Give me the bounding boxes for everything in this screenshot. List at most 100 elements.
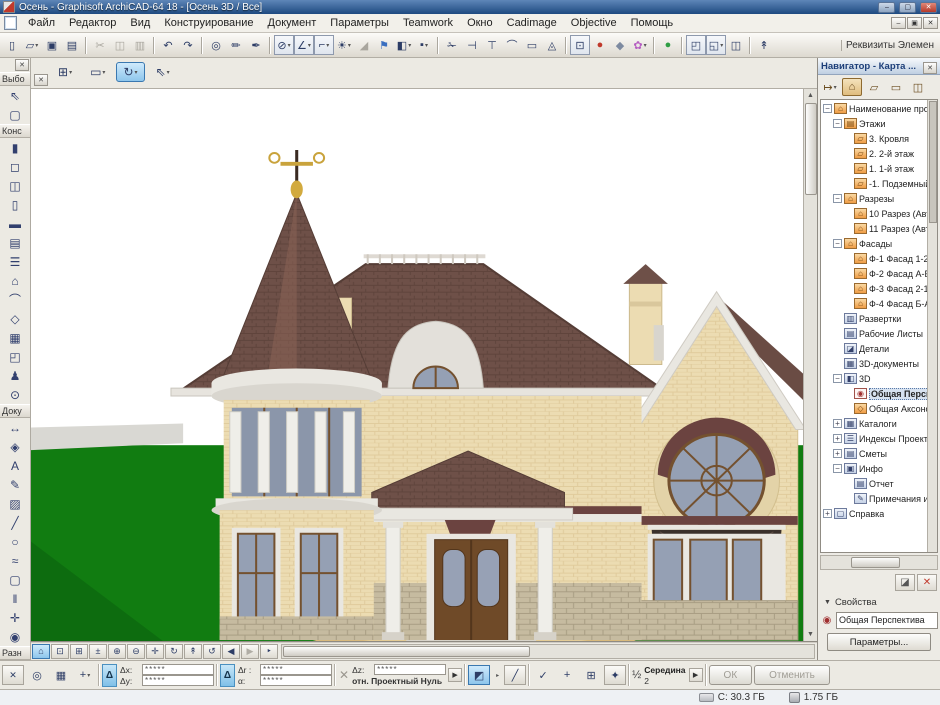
parameters-button[interactable]: Параметры... (827, 633, 931, 651)
roof-tool[interactable]: ⌂ (0, 271, 30, 290)
close-button[interactable]: ✕ (920, 2, 937, 13)
circle-tool[interactable]: ○ (0, 532, 30, 551)
level-dimension-tool[interactable]: ◈ (0, 437, 30, 456)
suspend-groups-button[interactable]: ⊘▾ (274, 35, 294, 55)
next-view-button[interactable]: ▶ (241, 644, 259, 659)
tree-hscroll-thumb[interactable] (851, 557, 899, 568)
tree-item-рабочие-листы[interactable]: ▤Рабочие Листы (821, 326, 937, 341)
collapse-triangle-icon[interactable]: ▼ (824, 599, 831, 606)
pan-button[interactable]: ✛ (146, 644, 164, 659)
save-button[interactable]: ▣ (42, 35, 62, 55)
beam-tool[interactable]: ▬ (0, 214, 30, 233)
tree-item-3d[interactable]: −◧3D (821, 371, 937, 386)
tree-item-наименование-проекта[interactable]: −⌂Наименование проекта (821, 101, 937, 116)
marquee-mode-button[interactable]: ▭▾ (83, 62, 112, 82)
menu-окно[interactable]: Окно (460, 16, 500, 30)
viewport-vscroll-thumb[interactable] (805, 103, 817, 195)
camera-path-dropdown-icon[interactable]: ▾ (644, 42, 647, 49)
show-selection-button[interactable]: ⊞▾ (51, 62, 79, 82)
viewport-3d[interactable]: ▲ ▼ (31, 89, 817, 642)
publisher-arrow-button[interactable]: ↦▾ (820, 78, 840, 96)
menu-редактор[interactable]: Редактор (62, 16, 123, 30)
tree-item-примечания-и-з[interactable]: ✎Примечания и З (821, 491, 937, 506)
snap-point-button[interactable]: ✓ (532, 665, 554, 685)
menu-документ[interactable]: Документ (261, 16, 324, 30)
snap-offset-button[interactable]: + (556, 665, 578, 685)
doc-close-button[interactable]: ✕ (923, 17, 938, 29)
dz-field[interactable]: ***** (374, 664, 446, 675)
minimize-button[interactable]: – (878, 2, 895, 13)
photorendering-button[interactable]: ● (590, 35, 610, 55)
menu-вид[interactable]: Вид (123, 16, 157, 30)
dy-field[interactable]: ***** (142, 675, 214, 686)
tree-item-справка[interactable]: +▢Справка (821, 506, 937, 521)
tree-item-ф-1-фасад-1-2[interactable]: ⌂Ф-1 Фасад 1-2 ( (821, 251, 937, 266)
suspend-groups-dropdown-icon[interactable]: ▾ (288, 42, 291, 49)
project-map-button[interactable]: ⌂ (842, 78, 862, 96)
menu-objective[interactable]: Objective (564, 16, 624, 30)
tree-horizontal-scrollbar[interactable] (820, 555, 938, 570)
previous-view-button[interactable]: ◀ (222, 644, 240, 659)
3d-cutting-planes-button[interactable]: ◆ (610, 35, 630, 55)
magic-wand-button[interactable]: ✦ (604, 665, 626, 685)
preview-tracker-button[interactable]: ⌂ (32, 644, 50, 659)
elevation-tool[interactable]: ✛ (0, 608, 30, 627)
expand-icon[interactable]: + (833, 434, 842, 443)
menu-помощь[interactable]: Помощь (624, 16, 681, 30)
inject-parameters-button[interactable]: ✒ (246, 35, 266, 55)
ok-button[interactable]: ОК (709, 665, 753, 685)
scroll-down-icon[interactable]: ▼ (804, 628, 817, 641)
fit-in-window-button[interactable]: ⊞ (70, 644, 88, 659)
sun-settings-button[interactable]: ☀▾ (334, 35, 354, 55)
publisher-sets-button[interactable]: ◫ (908, 78, 928, 96)
tree-item-общая-аксоном[interactable]: ◇Общая Аксоном (821, 401, 937, 416)
viewport-vertical-scrollbar[interactable]: ▲ ▼ (803, 89, 817, 641)
gravity-button[interactable]: ∠▾ (294, 35, 314, 55)
camera-path-button[interactable]: ✿▾ (630, 35, 650, 55)
zone-tool[interactable]: ◰ (0, 347, 30, 366)
layers-dropdown-icon[interactable]: ▾ (408, 42, 411, 49)
tree-item-2-2-й-этаж[interactable]: ▱2. 2-й этаж (821, 146, 937, 161)
new-folder-button[interactable]: ◪ (895, 574, 915, 591)
tree-vscroll-thumb[interactable] (929, 101, 937, 223)
toolbox-close-button[interactable]: ✕ (15, 59, 29, 71)
mini-toolbar-close-button[interactable]: ✕ (34, 74, 48, 86)
tree-item-отчет[interactable]: ▤Отчет (821, 476, 937, 491)
roof-slope-button[interactable]: ◢ (354, 35, 374, 55)
door-tool[interactable]: ◻ (0, 157, 30, 176)
zoom-step-button[interactable]: ± (89, 644, 107, 659)
gravity-dropdown-icon[interactable]: ▾ (308, 42, 311, 49)
scroll-up-icon[interactable]: ▲ (804, 89, 817, 102)
collapse-icon[interactable]: − (833, 464, 842, 473)
tree-item-развертки[interactable]: ▥Развертки (821, 311, 937, 326)
shell-tool[interactable]: ⌒ (0, 290, 30, 309)
titlebar[interactable]: Осень - Graphisoft ArchiCAD-64 18 - [Осе… (0, 0, 940, 14)
layout-book-button[interactable]: ▭ (886, 78, 906, 96)
snap-guide-expand-button[interactable]: ▶ (689, 668, 703, 682)
show-selection-dropdown-icon[interactable]: ▾ (69, 69, 72, 76)
collapse-icon[interactable]: − (833, 194, 842, 203)
fill-tool[interactable]: ▨ (0, 494, 30, 513)
expand-icon[interactable]: + (833, 419, 842, 428)
label-tool[interactable]: ✎ (0, 475, 30, 494)
text-tool[interactable]: A (0, 456, 30, 475)
restore-button[interactable]: ▢ (899, 2, 916, 13)
walk-mode-button[interactable]: ↟ (754, 35, 774, 55)
viewport-hscroll-thumb[interactable] (283, 646, 530, 657)
menu-cadimage[interactable]: Cadimage (500, 16, 564, 30)
zoom-frame-button[interactable]: ◰ (686, 35, 706, 55)
collapse-icon[interactable]: − (833, 119, 842, 128)
snap-line-button[interactable]: ╱ (504, 665, 526, 685)
orbit-view-button[interactable]: ◎ (206, 35, 226, 55)
object-tool[interactable]: ♟ (0, 366, 30, 385)
editing-plane-dropdown[interactable]: ▸ (492, 665, 502, 685)
collapse-icon[interactable]: − (833, 239, 842, 248)
navigator-header[interactable]: Навигатор - Карта ... ✕ (818, 58, 940, 75)
orbit-mode-dropdown-icon[interactable]: ▾ (135, 69, 138, 76)
tracker-expand-button[interactable]: ▶ (448, 668, 462, 682)
more-options-button[interactable]: ‣ (260, 644, 278, 659)
marquee-3d-view-button[interactable]: ⊡ (570, 35, 590, 55)
doc-minimize-button[interactable]: – (891, 17, 906, 29)
cut-button[interactable]: ✂ (90, 35, 110, 55)
collapse-icon[interactable]: − (823, 104, 832, 113)
